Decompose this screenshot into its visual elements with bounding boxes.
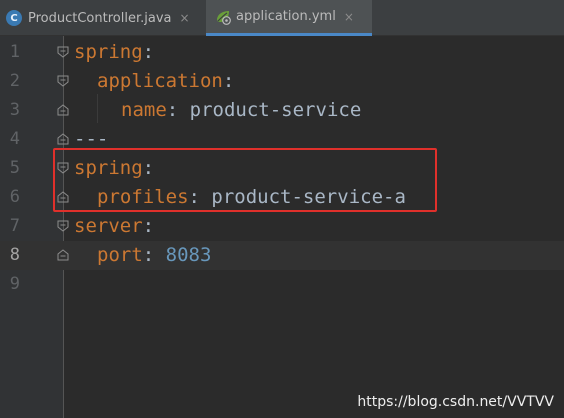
watermark-text: https://blog.csdn.net/VVTVV [357, 394, 554, 410]
yaml-key: name [121, 99, 167, 121]
tab-application-yml[interactable]: application.yml × [206, 0, 372, 36]
tab-label: application.yml [236, 9, 336, 24]
close-icon[interactable]: × [344, 11, 354, 23]
code-line[interactable]: 7 server: [0, 212, 564, 241]
line-number: 3 [9, 100, 20, 120]
line-number: 8 [9, 245, 20, 265]
line-number: 4 [9, 129, 20, 149]
tab-product-controller[interactable]: C ProductController.java × [0, 0, 206, 36]
fold-close-icon[interactable] [57, 104, 69, 116]
tab-label: ProductController.java [28, 10, 172, 26]
line-number: 6 [9, 187, 20, 207]
line-number: 2 [9, 71, 20, 91]
line-number: 9 [9, 274, 20, 294]
java-class-icon: C [6, 10, 22, 26]
fold-open-icon[interactable] [57, 46, 69, 58]
yaml-key: port [97, 244, 143, 266]
code-line[interactable]: 1 spring: [0, 38, 564, 67]
spring-yml-icon [217, 10, 231, 25]
code-text: port: 8083 [97, 241, 211, 270]
ide-window: C ProductController.java × application.y… [0, 0, 564, 418]
code-text: spring: [74, 38, 154, 67]
close-icon[interactable]: × [179, 12, 189, 24]
yaml-document-separator: --- [74, 128, 109, 150]
yaml-colon: : [142, 244, 155, 266]
code-line[interactable]: 2 application: [0, 67, 564, 96]
yaml-colon: : [142, 41, 155, 63]
line-number: 7 [9, 216, 20, 236]
fold-close-icon[interactable] [57, 249, 69, 261]
annotation-highlight-box [53, 148, 437, 212]
code-text: server: [74, 212, 154, 241]
yaml-key: application [97, 70, 223, 92]
yaml-value: product-service [189, 99, 362, 121]
line-number: 1 [9, 42, 20, 62]
yaml-key: server [74, 215, 143, 237]
yaml-colon: : [142, 215, 155, 237]
fold-open-icon[interactable] [57, 75, 69, 87]
code-text: application: [97, 67, 234, 96]
code-line-current[interactable]: 8 port: 8083 [0, 241, 564, 270]
yaml-colon: : [166, 99, 179, 121]
yaml-key: spring [74, 41, 143, 63]
code-line[interactable]: 3 name: product-service [0, 96, 564, 125]
code-line[interactable]: 9 [0, 270, 564, 299]
yaml-number-value: 8083 [165, 244, 212, 266]
code-text: name: product-service [121, 96, 361, 125]
line-number: 5 [9, 158, 20, 178]
fold-close-icon[interactable] [57, 133, 69, 145]
editor-tab-bar: C ProductController.java × application.y… [0, 0, 564, 36]
yaml-colon: : [222, 70, 235, 92]
code-editor[interactable]: 1 spring: 2 application: 3 name: product… [0, 36, 564, 418]
fold-open-icon[interactable] [57, 220, 69, 232]
